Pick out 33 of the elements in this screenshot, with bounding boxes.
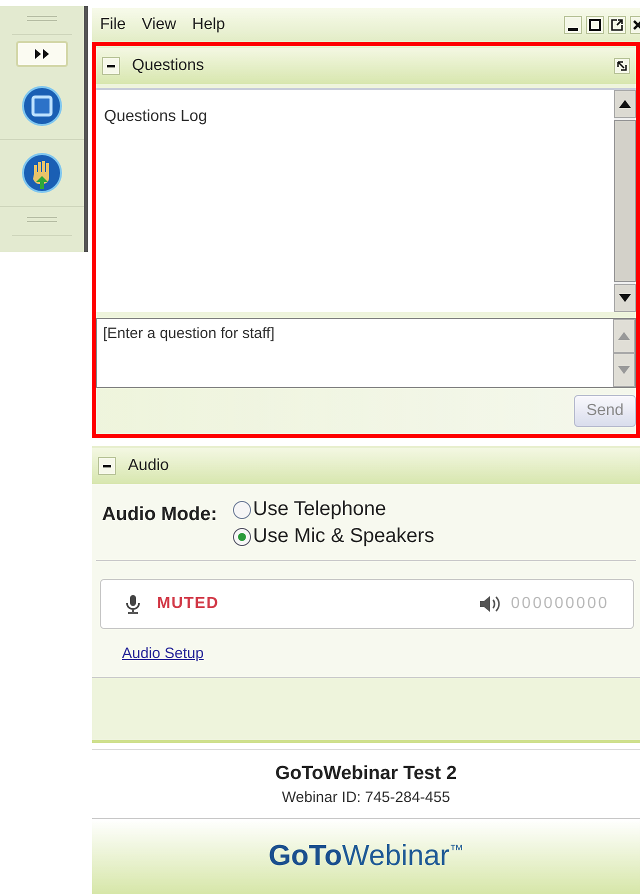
double-arrow-icon <box>34 49 50 59</box>
webinar-id: Webinar ID: 745-284-455 <box>282 788 450 806</box>
scroll-up-icon[interactable] <box>619 100 631 108</box>
menu-item[interactable]: File <box>100 16 126 34</box>
radio-button[interactable] <box>233 528 252 546</box>
collapse-button[interactable] <box>98 457 116 475</box>
window-icon[interactable] <box>21 85 63 127</box>
expand-button[interactable] <box>16 41 68 67</box>
undock-icon[interactable] <box>614 58 630 74</box>
close-icon[interactable] <box>630 16 640 34</box>
audio-mode-label: Audio Mode: <box>102 503 218 527</box>
panel-title: Questions <box>132 57 204 75</box>
scrollbar[interactable] <box>614 90 636 312</box>
radio-option[interactable]: Use Mic & Speakers <box>233 525 434 548</box>
muted-label: MUTED <box>157 595 219 613</box>
logo: GoToWebinar$^{™}$ <box>268 840 464 873</box>
menu-item[interactable]: View <box>142 16 176 34</box>
panel-title: Audio <box>128 457 169 475</box>
popout-icon[interactable] <box>608 16 626 34</box>
radio-option[interactable]: Use Telephone <box>233 498 434 521</box>
collapse-button[interactable] <box>102 57 120 75</box>
log-title: Questions Log <box>103 107 208 127</box>
webinar-title: GoToWebinar Test 2 <box>275 762 457 784</box>
minimize-icon[interactable] <box>564 16 582 34</box>
raise-hand-icon[interactable] <box>21 152 63 194</box>
scroll-down-icon[interactable] <box>619 294 631 302</box>
microphone-icon <box>125 594 141 614</box>
audio-setup-link[interactable]: Audio Setup <box>122 644 204 662</box>
speaker-icon <box>478 595 501 613</box>
menu-item[interactable]: Help <box>192 16 226 34</box>
maximize-icon[interactable] <box>586 16 604 34</box>
speaker-level-reading: 000000000 <box>510 595 609 613</box>
radio-button[interactable] <box>233 500 252 518</box>
